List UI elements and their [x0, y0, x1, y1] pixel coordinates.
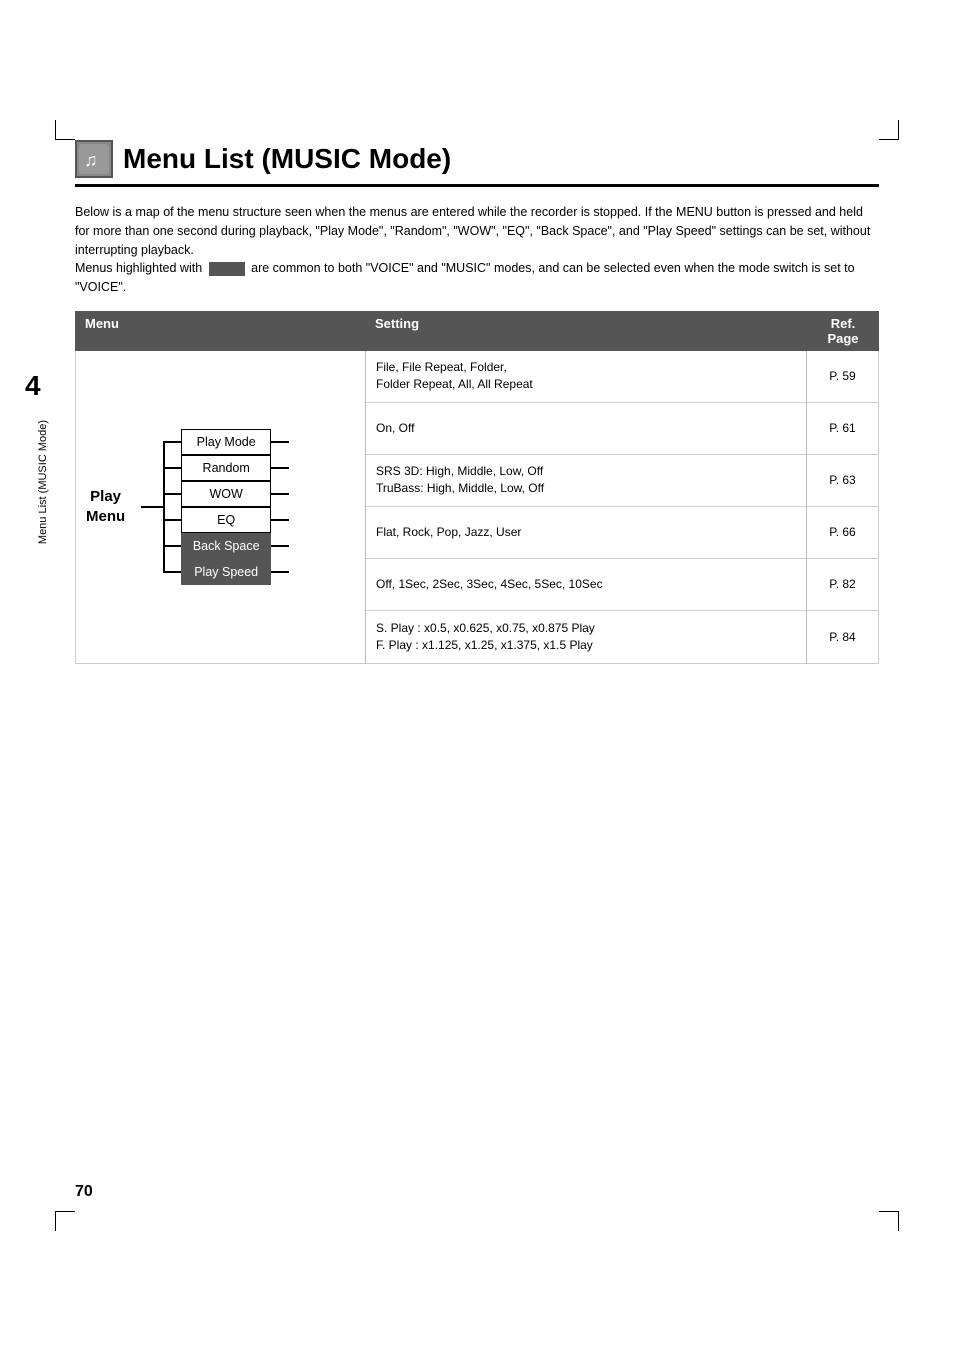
menu-item-eq: EQ	[141, 507, 355, 533]
setting-text-play-speed: S. Play : x0.5, x0.625, x0.75, x0.875 Pl…	[366, 614, 806, 660]
setting-row-back-space: Off, 1Sec, 2Sec, 3Sec, 4Sec, 5Sec, 10Sec…	[366, 559, 878, 611]
menu-box-play-mode: Play Mode	[181, 429, 271, 455]
table-header: Menu Setting Ref. Page	[75, 311, 879, 351]
diagram-body: PlayMenu Play Mode	[75, 351, 879, 664]
setting-page-back-space: P. 82	[806, 559, 878, 610]
setting-text-play-mode: File, File Repeat, Folder,Folder Repeat,…	[366, 353, 806, 399]
description: Below is a map of the menu structure see…	[75, 203, 879, 297]
diagram-container: Menu Setting Ref. Page PlayMenu	[75, 311, 879, 664]
menu-tree: PlayMenu Play Mode	[76, 351, 366, 663]
setting-page-random: P. 61	[806, 403, 878, 454]
header-refpage: Ref. Page	[807, 311, 879, 351]
setting-row-play-speed: S. Play : x0.5, x0.625, x0.75, x0.875 Pl…	[366, 611, 878, 663]
menu-item-play-speed: Play Speed	[141, 559, 355, 585]
page-number: 70	[75, 1183, 93, 1201]
setting-row-wow: SRS 3D: High, Middle, Low, OffTruBass: H…	[366, 455, 878, 507]
header-menu: Menu	[75, 311, 365, 351]
menu-item-back-space: Back Space	[141, 533, 355, 559]
music-icon: ♫	[75, 140, 113, 178]
corner-mark-tl	[55, 120, 75, 140]
title-section: ♫ Menu List (MUSIC Mode)	[75, 140, 879, 187]
setting-page-eq: P. 66	[806, 507, 878, 558]
setting-text-back-space: Off, 1Sec, 2Sec, 3Sec, 4Sec, 5Sec, 10Sec	[366, 570, 806, 599]
sidebar-label: Menu List (MUSIC Mode)	[37, 420, 49, 544]
menu-box-wow: WOW	[181, 481, 271, 507]
highlight-box	[209, 262, 245, 276]
setting-text-eq: Flat, Rock, Pop, Jazz, User	[366, 518, 806, 547]
menu-box-random: Random	[181, 455, 271, 481]
setting-page-play-speed: P. 84	[806, 611, 878, 663]
setting-text-wow: SRS 3D: High, Middle, Low, OffTruBass: H…	[366, 457, 806, 503]
corner-mark-bl	[55, 1211, 75, 1231]
page-title: Menu List (MUSIC Mode)	[123, 143, 451, 175]
setting-row-play-mode: File, File Repeat, Folder,Folder Repeat,…	[366, 351, 878, 403]
play-menu-label: PlayMenu	[86, 487, 125, 526]
menu-item-random: Random	[141, 455, 355, 481]
chapter-number: 4	[25, 370, 41, 402]
menu-item-play-mode: Play Mode	[141, 429, 355, 455]
header-setting: Setting	[365, 311, 807, 351]
settings-side: File, File Repeat, Folder,Folder Repeat,…	[366, 351, 878, 663]
svg-text:♫: ♫	[84, 150, 98, 170]
menu-box-eq: EQ	[181, 507, 271, 533]
corner-mark-tr	[879, 120, 899, 140]
setting-page-wow: P. 63	[806, 455, 878, 506]
menu-box-back-space: Back Space	[181, 533, 271, 559]
setting-row-eq: Flat, Rock, Pop, Jazz, User P. 66	[366, 507, 878, 559]
setting-page-play-mode: P. 59	[806, 351, 878, 402]
description-line5: Menus highlighted with	[75, 261, 206, 275]
menu-box-play-speed: Play Speed	[181, 559, 271, 585]
menu-item-wow: WOW	[141, 481, 355, 507]
corner-mark-br	[879, 1211, 899, 1231]
setting-text-random: On, Off	[366, 414, 806, 443]
setting-row-random: On, Off P. 61	[366, 403, 878, 455]
